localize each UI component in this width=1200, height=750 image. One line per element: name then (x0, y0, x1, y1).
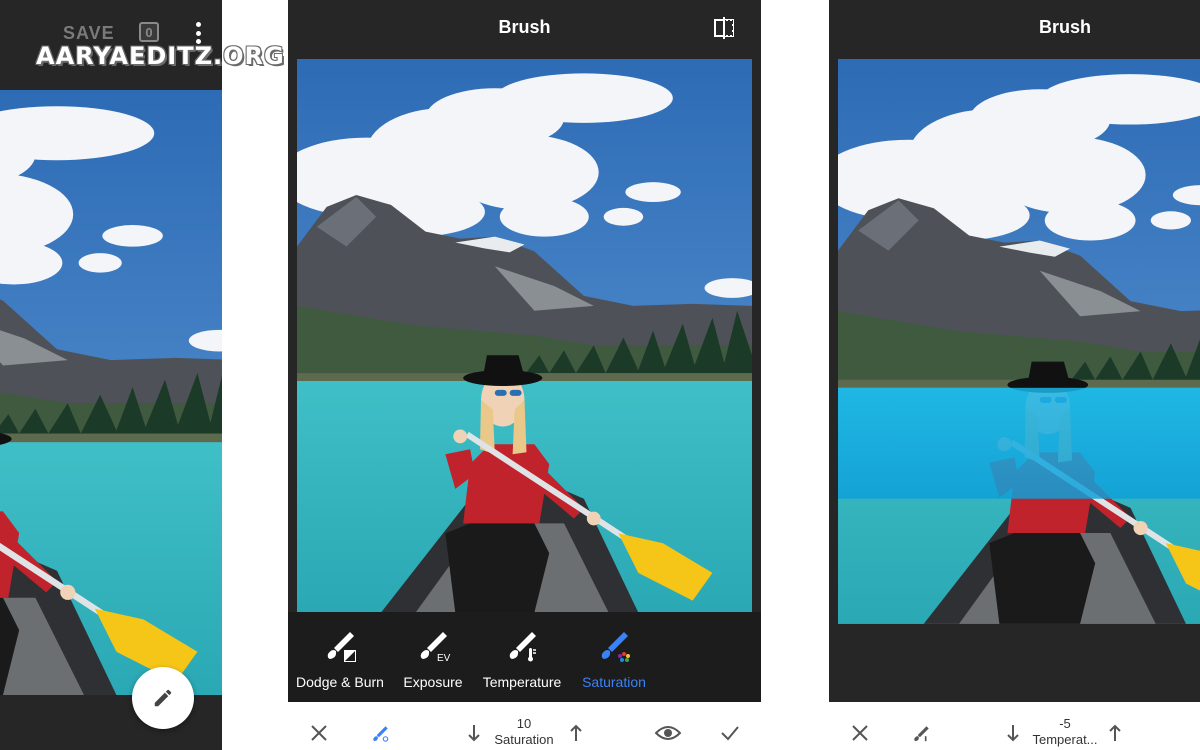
cancel-x-icon[interactable] (849, 722, 871, 744)
left-phone-screen: SAVE 0 (0, 0, 222, 750)
compare-split-icon[interactable] (712, 16, 736, 40)
eye-icon[interactable] (654, 722, 682, 744)
brush-value: -5 (1059, 716, 1071, 731)
watermark-text: AARYAEDITZ.ORG (36, 42, 285, 70)
tool-saturation[interactable]: Saturation (576, 612, 652, 702)
photo-canvas[interactable] (838, 59, 1200, 644)
increase-arrow-icon[interactable] (566, 722, 586, 744)
brush-value-display: -5 Temperat... (1028, 716, 1102, 748)
brush-tool-strip: Dodge & Burn EV Exposure Temperature Sat… (288, 612, 761, 702)
screen-title: Brush (1038, 17, 1091, 37)
right-phone-screen: Brush (829, 0, 1200, 702)
exposure-brush-icon: EV (420, 632, 451, 664)
photo-preview (0, 90, 222, 695)
brush-selector-icon[interactable] (368, 722, 392, 746)
tool-label: Dodge & Burn (296, 674, 384, 690)
saturation-brush-icon (601, 632, 630, 662)
screen-title: Brush (498, 17, 551, 37)
dodge-burn-brush-icon (327, 632, 356, 662)
pencil-icon (154, 689, 172, 707)
edit-fab-button[interactable] (132, 667, 194, 729)
cancel-x-icon[interactable] (308, 722, 330, 744)
middle-bottom-toolbar: 10 Saturation (288, 702, 761, 750)
middle-phone-screen: Brush Dodge & Burn EV Exposure Temperatu… (288, 0, 761, 702)
brush-value: 10 (516, 716, 532, 731)
tool-exposure[interactable]: EV Exposure (398, 612, 468, 702)
bottom-area (829, 644, 1200, 702)
more-options-icon[interactable] (194, 22, 202, 44)
brush-param-label: Saturation (494, 732, 554, 747)
apply-check-icon[interactable] (718, 722, 742, 744)
decrease-arrow-icon[interactable] (1003, 722, 1023, 744)
tool-temperature[interactable]: Temperature (478, 612, 566, 702)
brush-param-label: Temperat... (1032, 732, 1098, 747)
brush-selector-icon[interactable] (909, 722, 933, 746)
tool-label: Temperature (482, 674, 562, 690)
photo-canvas[interactable] (297, 59, 752, 612)
right-bottom-toolbar: -5 Temperat... (829, 702, 1200, 750)
tool-dodge-burn[interactable]: Dodge & Burn (296, 612, 384, 702)
decrease-arrow-icon[interactable] (464, 722, 484, 744)
svg-text:EV: EV (437, 653, 451, 664)
save-button[interactable]: SAVE (63, 23, 115, 44)
temperature-brush-icon (509, 632, 536, 662)
brush-value-display: 10 Saturation (488, 716, 560, 748)
edit-count-badge[interactable]: 0 (139, 22, 159, 42)
increase-arrow-icon[interactable] (1105, 722, 1125, 744)
tool-label: Saturation (582, 674, 646, 690)
tool-label: Exposure (403, 674, 463, 690)
